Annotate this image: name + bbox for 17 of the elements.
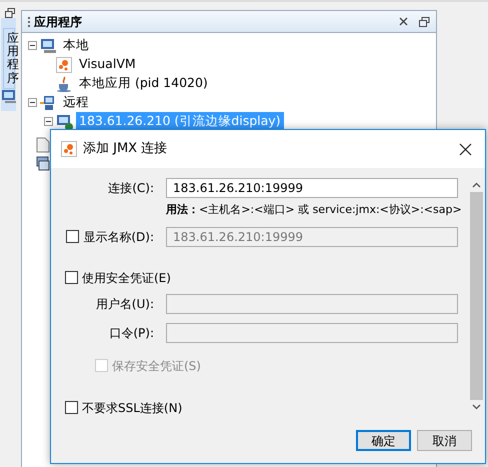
panel-title: 应用程序 [34, 14, 83, 30]
dialog-button[interactable]: 确定 [356, 430, 411, 451]
field-label: 口令(P): [109, 324, 154, 342]
field-label: 用户名(U): [96, 296, 154, 312]
checkbox-label: 使用安全凭证(E) [82, 270, 171, 286]
usage-hint: 用法：<主机名>:<端口> 或 service:jmx:<协议>:<sap> [166, 202, 463, 218]
checkbox-label: 不要求SSL连接(N) [82, 400, 182, 416]
checkbox-label: 保存安全凭证(S) [112, 358, 201, 374]
dialog-button[interactable]: 取消 [417, 430, 472, 451]
input-field[interactable]: 183.61.26.210:19999 [166, 178, 458, 198]
tree-item[interactable]: 远程 [60, 93, 92, 112]
dialog-title: 添加 JMX 连接 [83, 140, 168, 158]
field-label: 显示名称(D): [83, 228, 154, 246]
tree-item[interactable]: VisualVM [76, 55, 139, 74]
tree-item[interactable]: 本地应用 (pid 14020) [76, 74, 211, 93]
tree-item[interactable]: 本地 [60, 36, 92, 55]
field-label: 连接(C): [108, 180, 154, 197]
